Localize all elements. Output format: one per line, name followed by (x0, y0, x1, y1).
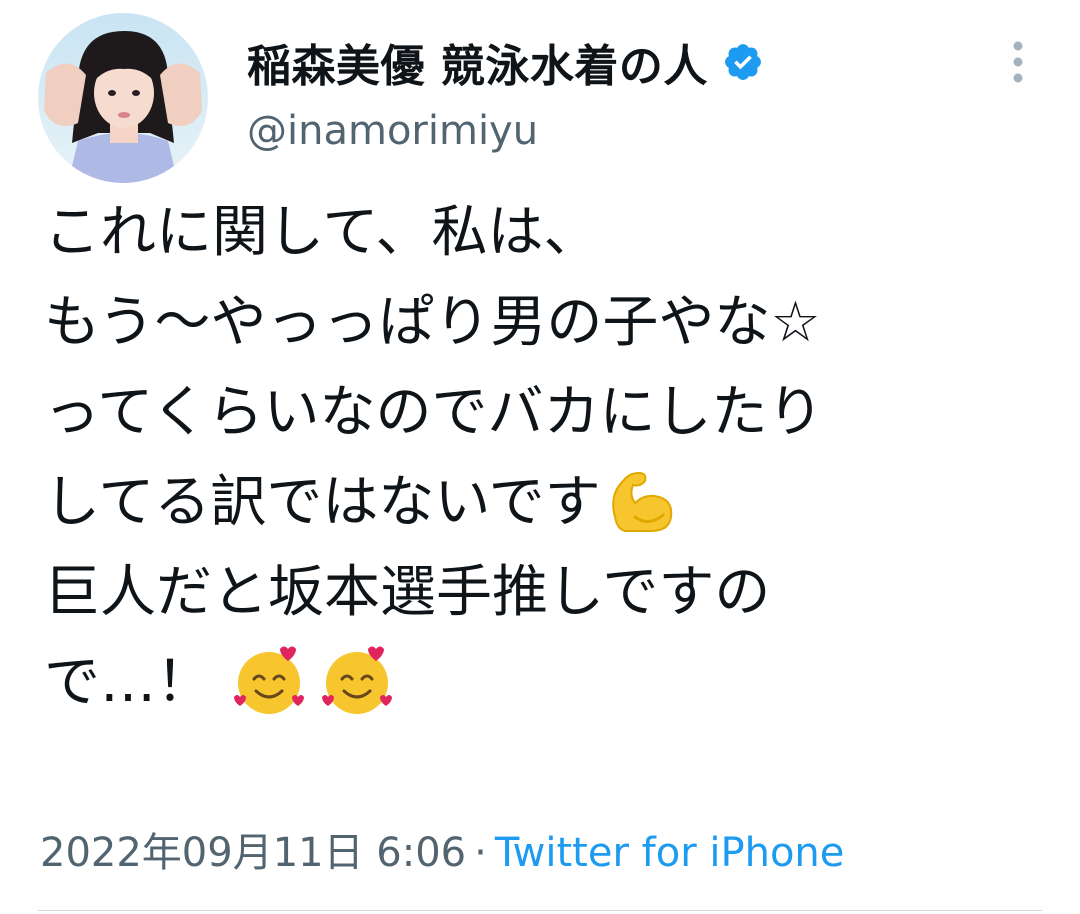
tweet-line-3: ってくらいなのでバカにしたり (44, 380, 824, 445)
smiling-face-with-hearts-emoji (318, 641, 396, 719)
divider (38, 910, 1042, 911)
tweet-detail: 稲森美優 競泳水着の人 @inamorimiyu これに関して、私は、 もう〜や… (0, 0, 1080, 914)
tweet-text: これに関して、私は、 もう〜やっっぱり男の子やな☆ ってくらいなのでバカにしたり… (44, 188, 1054, 728)
tweet-source-link[interactable]: Twitter for iPhone (495, 830, 845, 876)
display-name[interactable]: 稲森美優 競泳水着の人 (247, 30, 708, 94)
tweet-line-6: で…！ (44, 650, 212, 715)
tweet-line-2: もう〜やっっぱり男の子やな☆ (44, 290, 821, 355)
tweet-line-5: 巨人だと坂本選手推しですの (44, 560, 771, 625)
tweet-line-4: してる訳ではないです (44, 470, 601, 535)
author-handle[interactable]: @inamorimiyu (247, 108, 538, 154)
tweet-metadata: 2022年09月11日 6:06 · Twitter for iPhone (40, 820, 844, 878)
more-options-icon[interactable] (1004, 38, 1032, 88)
tweet-line-1: これに関して、私は、 (44, 200, 600, 265)
author-name-row[interactable]: 稲森美優 競泳水着の人 (247, 30, 764, 94)
tweet-line-4-wrap: してる訳ではないです (44, 458, 1054, 548)
verified-badge-icon (722, 41, 764, 83)
avatar[interactable] (38, 13, 208, 183)
flexed-biceps-emoji (601, 461, 679, 539)
tweet-line-6-wrap: で…！ (44, 638, 1054, 728)
smiling-face-with-hearts-emoji (230, 641, 308, 719)
meta-separator: · (474, 830, 487, 876)
tweet-timestamp[interactable]: 2022年09月11日 6:06 (40, 830, 466, 876)
